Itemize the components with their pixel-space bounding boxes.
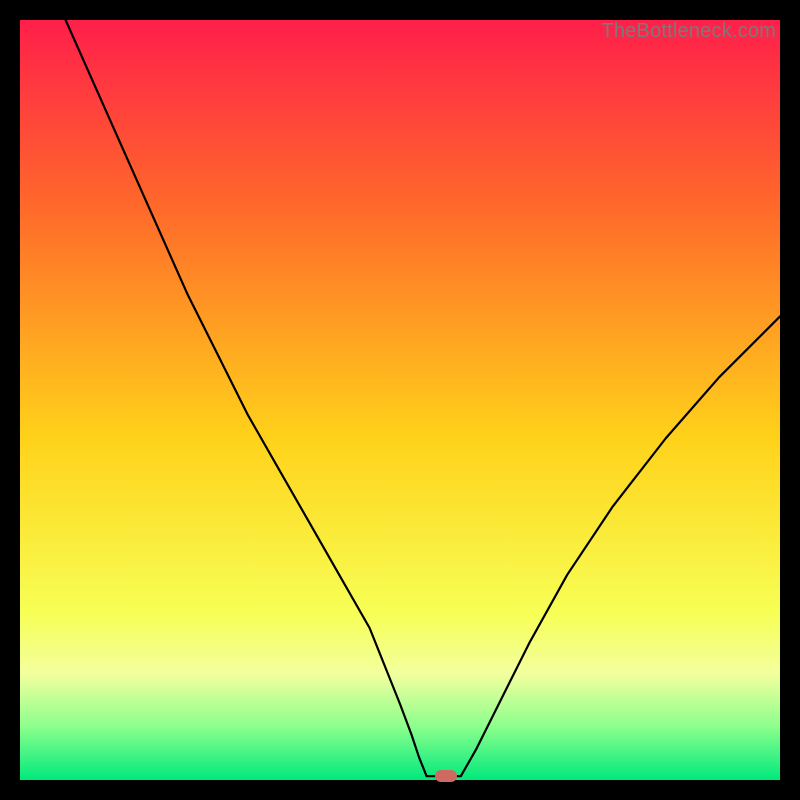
chart-frame: TheBottleneck.com (0, 0, 800, 800)
plot-area: TheBottleneck.com (20, 20, 780, 780)
optimal-point-marker (435, 770, 457, 782)
watermark-text: TheBottleneck.com (601, 20, 776, 43)
bottleneck-curve (20, 20, 780, 780)
